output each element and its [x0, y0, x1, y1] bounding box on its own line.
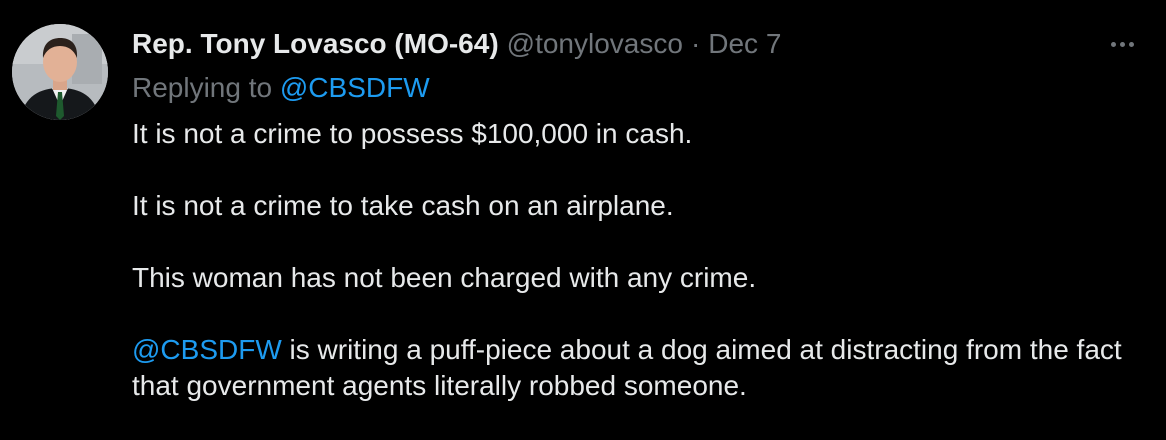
tweet-paragraph-4: @CBSDFW is writing a puff-piece about a … [132, 332, 1142, 404]
header-separator: · [690, 28, 701, 59]
tweet-date[interactable]: Dec 7 [708, 26, 781, 62]
tweet-text: It is not a crime to possess $100,000 in… [132, 116, 1142, 404]
tweet-paragraph-3: This woman has not been charged with any… [132, 262, 757, 293]
more-horizontal-icon-dot [1128, 41, 1134, 47]
tweet: Rep. Tony Lovasco (MO-64) @tonylovasco ·… [0, 0, 1166, 440]
body-mention-link[interactable]: @CBSDFW [132, 334, 282, 365]
avatar[interactable] [12, 24, 108, 120]
more-horizontal-icon-dot [1119, 41, 1125, 47]
user-avatar-icon [12, 24, 108, 120]
display-name[interactable]: Rep. Tony Lovasco (MO-64) [132, 26, 499, 62]
replying-to: Replying to @CBSDFW [132, 70, 430, 106]
tweet-header: Rep. Tony Lovasco (MO-64) @tonylovasco ·… [132, 26, 781, 62]
tweet-paragraph-2: It is not a crime to take cash on an air… [132, 190, 674, 221]
tweet-paragraph-1: It is not a crime to possess $100,000 in… [132, 118, 693, 149]
more-horizontal-icon [1110, 41, 1116, 47]
more-options-button[interactable] [1102, 26, 1142, 62]
reply-mention-link[interactable]: @CBSDFW [280, 72, 430, 103]
replying-to-label: Replying to [132, 72, 273, 103]
user-handle[interactable]: @tonylovasco [507, 26, 683, 62]
